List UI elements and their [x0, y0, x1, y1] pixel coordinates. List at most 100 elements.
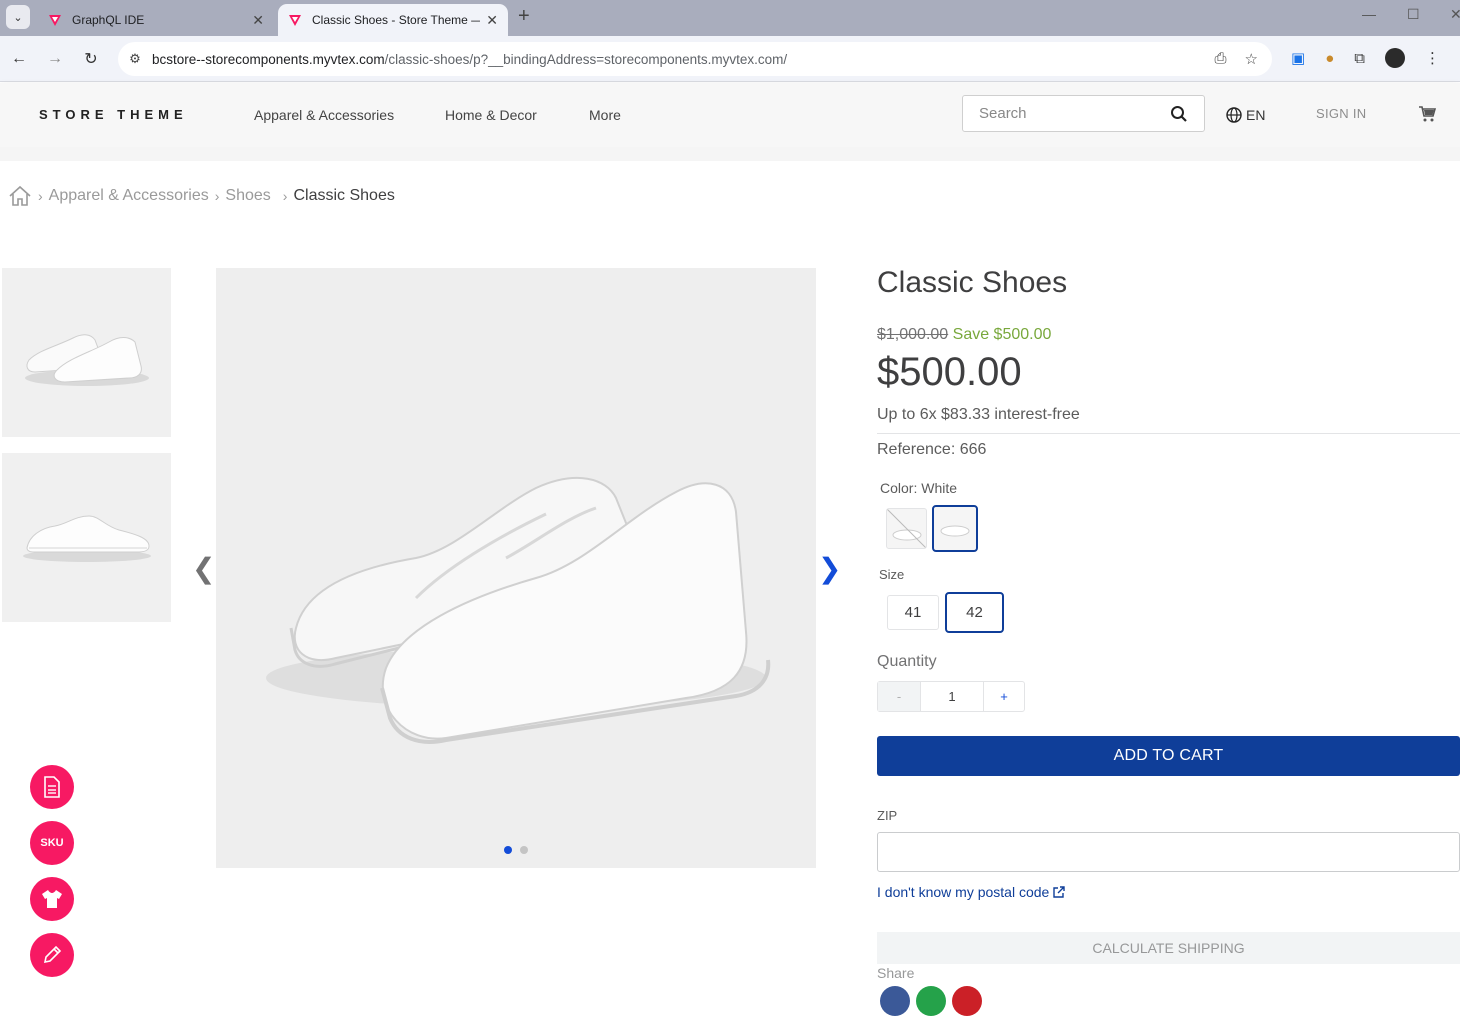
shoe-side-thumbnail-image — [22, 514, 151, 562]
search-input[interactable]: Search — [962, 95, 1205, 132]
cart-icon[interactable] — [1418, 105, 1436, 123]
search-icon[interactable] — [1170, 105, 1188, 123]
size-label: Size — [879, 567, 905, 582]
header-spacer — [0, 147, 1460, 161]
quantity-input[interactable]: 1 — [921, 682, 984, 711]
product-main-image[interactable] — [216, 268, 816, 868]
breadcrumb-current: Classic Shoes — [293, 187, 395, 204]
search-placeholder: Search — [979, 105, 1027, 122]
color-swatch-white[interactable] — [932, 505, 978, 552]
close-window-icon[interactable]: ✕ — [1450, 6, 1460, 23]
browser-tab-bar: ⌄ GraphQL IDE ✕ Classic Shoes - Store Th… — [0, 0, 1460, 36]
breadcrumb: › Apparel & Accessories › Shoes › Classi… — [8, 185, 395, 207]
zip-input[interactable] — [877, 832, 1460, 872]
forward-icon[interactable]: → — [44, 48, 66, 70]
selling-price: $500.00 — [877, 350, 1022, 394]
vtex-favicon-icon — [49, 15, 61, 26]
tab-search-dropdown-icon[interactable]: ⌄ — [6, 5, 30, 29]
postal-code-help-link[interactable]: I don't know my postal code — [877, 884, 1066, 900]
quantity-increase-button[interactable]: + — [984, 682, 1024, 711]
tab-title: GraphQL IDE — [72, 13, 145, 27]
admin-edit-button[interactable] — [30, 933, 74, 977]
breadcrumb-separator: › — [38, 188, 43, 204]
product-thumbnail-1[interactable] — [2, 268, 171, 437]
admin-sku-button[interactable]: SKU — [30, 821, 74, 865]
color-swatch-unavailable[interactable] — [886, 508, 927, 549]
quantity-stepper: - 1 + — [877, 681, 1025, 712]
menu-home-decor[interactable]: Home & Decor — [445, 107, 537, 123]
url-field[interactable]: ⚙ bcstore--storecomponents.myvtex.com/cl… — [118, 42, 1272, 76]
price-row: $1,000.00 Save $500.00 — [877, 326, 1051, 344]
shoe-thumbnail-image — [24, 333, 149, 386]
url-text: bcstore--storecomponents.myvtex.com/clas… — [152, 52, 787, 67]
browser-tab-classic-shoes[interactable]: Classic Shoes - Store Theme — ✕ — [278, 4, 508, 36]
shoe-swatch-image — [887, 509, 926, 548]
gallery-pagination — [504, 846, 528, 854]
breadcrumb-separator: › — [214, 188, 220, 204]
external-link-icon — [1053, 886, 1066, 898]
bookmark-star-icon[interactable]: ☆ — [1245, 50, 1258, 68]
whatsapp-share-icon[interactable] — [916, 986, 946, 1016]
install-app-icon[interactable]: ⎙ — [1215, 50, 1227, 68]
add-to-cart-button[interactable]: ADD TO CART — [877, 736, 1460, 776]
facebook-share-icon[interactable] — [880, 986, 910, 1016]
divider — [877, 433, 1460, 434]
store-header: STORE THEME Apparel & Accessories Home &… — [0, 83, 1460, 147]
document-icon — [44, 776, 60, 798]
admin-document-button[interactable] — [30, 765, 74, 809]
breadcrumb-apparel[interactable]: Apparel & Accessories — [49, 187, 209, 205]
language-label: EN — [1246, 107, 1266, 123]
site-info-icon[interactable]: ⚙ — [118, 51, 152, 67]
admin-product-button[interactable] — [30, 877, 74, 921]
product-name: Classic Shoes — [877, 266, 1068, 299]
gallery-next-arrow-icon[interactable]: ❯ — [818, 552, 841, 585]
menu-apparel-accessories[interactable]: Apparel & Accessories — [254, 107, 394, 123]
color-label: Color: White — [880, 480, 958, 496]
tab-close-icon[interactable]: ✕ — [486, 12, 498, 29]
tab-title: Classic Shoes - Store Theme — — [312, 13, 481, 27]
cookie-extension-icon[interactable]: ● — [1325, 50, 1334, 67]
calculate-shipping-button[interactable]: CALCULATE SHIPPING — [877, 932, 1460, 964]
profile-avatar[interactable] — [1385, 48, 1405, 68]
screenshot-extension-icon[interactable]: ▣ — [1291, 49, 1305, 67]
language-switcher[interactable]: EN — [1226, 107, 1265, 123]
zip-label: ZIP — [877, 808, 898, 823]
extensions-puzzle-icon[interactable]: ⧉ — [1354, 50, 1365, 67]
tshirt-icon — [42, 890, 62, 908]
browser-tab-graphql[interactable]: GraphQL IDE ✕ — [38, 4, 274, 36]
savings-badge: Save $500.00 — [952, 326, 1052, 343]
gallery-prev-arrow-icon[interactable]: ❮ — [192, 552, 215, 585]
globe-icon — [1226, 107, 1242, 123]
quantity-label: Quantity — [877, 653, 937, 670]
size-option-41[interactable]: 41 — [887, 595, 939, 630]
store-logo[interactable]: STORE THEME — [39, 107, 188, 122]
list-price: $1,000.00 — [877, 326, 949, 343]
quantity-decrease-button[interactable]: - — [878, 682, 921, 711]
url-path: /classic-shoes/p?__bindingAddress=storec… — [384, 51, 788, 67]
maximize-icon[interactable]: ☐ — [1407, 6, 1420, 23]
minimize-icon[interactable]: — — [1362, 6, 1376, 22]
back-icon[interactable]: ← — [8, 48, 30, 70]
breadcrumb-shoes[interactable]: Shoes — [225, 187, 270, 205]
browser-menu-icon[interactable]: ⋮ — [1425, 49, 1440, 67]
browser-address-bar: ← → ↻ ⚙ bcstore--storecomponents.myvtex.… — [0, 36, 1460, 82]
gallery-dot-1[interactable] — [504, 846, 512, 854]
menu-more[interactable]: More — [589, 107, 621, 123]
pinterest-share-icon[interactable] — [952, 986, 982, 1016]
sign-in-link[interactable]: SIGN IN — [1316, 106, 1367, 121]
size-option-42[interactable]: 42 — [945, 592, 1004, 633]
url-host: bcstore--storecomponents.myvtex.com — [152, 51, 385, 67]
share-label: Share — [877, 965, 915, 981]
breadcrumb-separator: › — [282, 188, 288, 204]
installments-info: Up to 6x $83.33 interest-free — [877, 406, 1080, 423]
pencil-icon — [43, 945, 62, 964]
tab-close-icon[interactable]: ✕ — [252, 12, 264, 29]
sku-label: SKU — [40, 837, 64, 849]
gallery-dot-2[interactable] — [520, 846, 528, 854]
product-thumbnail-2[interactable] — [2, 453, 171, 622]
product-reference: Reference: 666 — [877, 441, 987, 458]
new-tab-icon[interactable]: + — [518, 6, 530, 26]
home-icon[interactable] — [8, 185, 32, 207]
vtex-favicon-icon — [289, 15, 301, 26]
reload-icon[interactable]: ↻ — [80, 48, 102, 70]
